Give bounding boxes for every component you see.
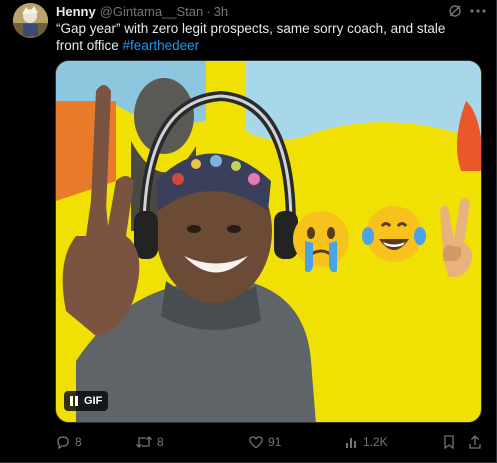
share-button[interactable] [468,432,482,452]
gif-frame [56,61,481,422]
more-icon[interactable] [469,4,487,18]
pause-icon[interactable] [70,396,79,406]
tweet-text: “Gap year” with zero legit prospects, sa… [56,20,476,54]
action-bar: 8 8 91 1.2K [55,432,487,452]
views-icon [346,438,356,448]
reply-button[interactable]: 8 [55,432,82,452]
hashtag-link[interactable]: #fearthedeer [123,38,200,53]
author-handle[interactable]: @Gintama__Stan [100,4,204,19]
like-icon [249,436,263,449]
view-count: 1.2K [363,435,388,449]
gif-label: GIF [84,395,103,407]
tweet-card[interactable]: Henny @Gintama__Stan · 3h “Gap year” wit… [0,0,497,463]
repost-count: 8 [157,435,164,449]
bookmark-button[interactable] [442,432,456,452]
grok-icon[interactable] [448,4,462,18]
repost-button[interactable]: 8 [135,432,164,452]
repost-icon [136,436,152,448]
separator-dot: · [206,3,211,19]
gif-media[interactable]: GIF [55,60,482,423]
timestamp[interactable]: 3h [214,4,228,19]
bookmark-icon [444,435,454,450]
tweet-body: “Gap year” with zero legit prospects, sa… [56,21,446,53]
views-button[interactable]: 1.2K [345,432,388,452]
gif-badge[interactable]: GIF [64,391,109,411]
reply-count: 8 [75,435,82,449]
author-name[interactable]: Henny [56,4,96,19]
like-count: 91 [268,435,282,449]
share-icon [469,435,481,449]
avatar[interactable] [13,3,48,38]
like-button[interactable]: 91 [248,432,281,452]
tweet-header: Henny @Gintama__Stan · 3h [56,2,228,20]
reply-icon [57,436,69,450]
